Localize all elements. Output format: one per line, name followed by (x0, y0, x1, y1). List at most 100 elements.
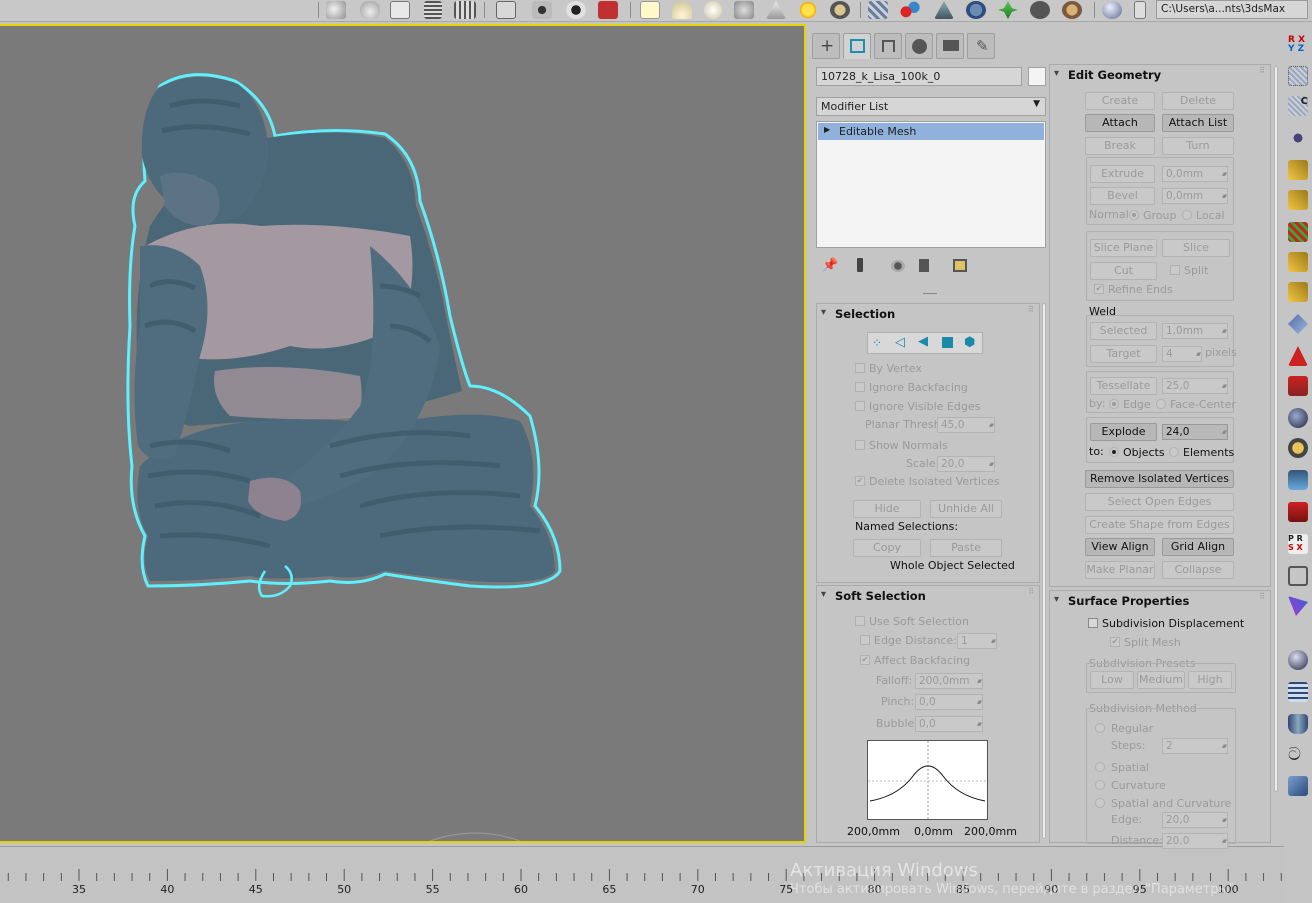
extrude-button[interactable]: Extrude (1090, 165, 1155, 183)
tab-modify[interactable] (843, 33, 871, 59)
bevel-spinner[interactable]: 0,0mm (1162, 188, 1228, 204)
make-planar-button[interactable]: Make Planar (1085, 561, 1155, 579)
cloud-icon[interactable] (360, 1, 380, 19)
subdivision-displacement-checkbox[interactable] (1088, 618, 1098, 628)
soft-selection-rollout-title[interactable]: Soft Selection (817, 589, 926, 607)
ignore-backfacing-checkbox[interactable] (855, 382, 865, 392)
material-sphere-icon[interactable] (1102, 1, 1122, 19)
scene-explorer-icon[interactable] (424, 1, 442, 19)
element-icon[interactable]: ⬢ (964, 335, 975, 350)
teapot-icon[interactable] (326, 1, 346, 19)
turn-button[interactable]: Turn (1162, 137, 1234, 155)
collapse-button[interactable]: Collapse (1162, 561, 1234, 579)
cloth-icon[interactable] (1062, 1, 1082, 19)
explode-elements-radio[interactable] (1169, 447, 1179, 457)
shell-icon[interactable] (1288, 346, 1308, 366)
edit-poly-icon[interactable] (1288, 222, 1308, 242)
grid-align-button[interactable]: Grid Align (1162, 538, 1234, 556)
unhide-all-button[interactable]: Unhide All (930, 500, 1002, 518)
edge-distance-checkbox[interactable] (860, 635, 870, 645)
paste-button[interactable]: Paste (930, 539, 1002, 557)
tab-create[interactable]: + (812, 33, 840, 59)
tab-utilities[interactable]: ✎ (967, 33, 995, 59)
hide-button[interactable]: Hide (853, 500, 921, 518)
tessellate-tension-spinner[interactable]: 25,0 (1162, 378, 1228, 394)
optimize-icon[interactable] (1288, 502, 1308, 522)
surface-properties-rollout-title[interactable]: Surface Properties (1050, 594, 1189, 612)
weld-selected-button[interactable]: Selected (1090, 322, 1157, 340)
remove-isolated-vertices-button[interactable]: Remove Isolated Vertices (1085, 470, 1234, 488)
explode-angle-spinner[interactable]: 24,0 (1162, 424, 1228, 440)
pinch-spinner[interactable]: 0,0 (915, 694, 983, 710)
planar-thresh-spinner[interactable]: 45,0 (937, 417, 995, 433)
object-color-swatch[interactable] (1028, 67, 1046, 86)
preset-high-button[interactable]: High (1188, 671, 1232, 689)
hemisphere-icon[interactable] (672, 1, 692, 19)
right-column-scrollbar[interactable] (1274, 66, 1278, 792)
render-setup-icon[interactable] (566, 1, 586, 19)
polygon-icon[interactable] (942, 337, 953, 348)
normal-local-radio[interactable] (1182, 210, 1192, 220)
explode-objects-radio[interactable] (1109, 447, 1119, 457)
tessellate-edge-radio[interactable] (1109, 399, 1119, 409)
edge-icon[interactable]: ◁ (895, 335, 905, 350)
vertex-icon[interactable]: ⁘ (872, 336, 882, 350)
tessellate-button[interactable]: Tessellate (1090, 377, 1157, 395)
edge-distance-spinner[interactable]: 1 (957, 633, 997, 649)
bevel-button[interactable]: Bevel (1090, 187, 1155, 205)
render-icon[interactable] (598, 1, 618, 19)
affect-backfacing-checkbox[interactable]: ✔ (860, 655, 870, 665)
by-vertex-checkbox[interactable] (855, 363, 865, 373)
break-button[interactable]: Break (1085, 137, 1155, 155)
show-end-result-icon[interactable] (857, 258, 863, 272)
weld-threshold-spinner[interactable]: 1,0mm (1162, 323, 1228, 339)
preset-low-button[interactable]: Low (1090, 671, 1134, 689)
attach-button[interactable]: Attach (1085, 114, 1155, 132)
refine-ends-checkbox[interactable]: ✔ (1094, 284, 1104, 294)
uvw-box-icon[interactable] (1288, 160, 1308, 180)
cut-button[interactable]: Cut (1090, 262, 1157, 280)
project-path-field[interactable]: C:\Users\a...nts\3dsMax (1156, 0, 1308, 19)
configure-modifier-sets-icon[interactable] (953, 259, 967, 272)
twist-box-icon[interactable] (1288, 282, 1308, 302)
rxyz-icon[interactable]: R XY Z (1288, 36, 1308, 56)
modifier-grid-icon[interactable] (1288, 66, 1308, 86)
spherify-icon[interactable] (1288, 438, 1308, 458)
render-frame-icon[interactable] (390, 1, 410, 19)
plane-icon[interactable] (640, 1, 660, 19)
create-shape-from-edges-button[interactable]: Create Shape from Edges (1085, 516, 1234, 534)
attach-list-button[interactable]: Attach List (1162, 114, 1234, 132)
tab-display[interactable] (936, 33, 964, 59)
taper-box-icon[interactable] (1288, 252, 1308, 272)
left-column-scrollbar[interactable] (1042, 303, 1046, 839)
normal-group-radio[interactable] (1129, 210, 1139, 220)
object-name-field[interactable]: 10728_k_Lisa_100k_0 (816, 67, 1022, 86)
project-folder-icon[interactable] (1134, 1, 1146, 19)
panel-splitter[interactable] (923, 293, 937, 294)
face-icon[interactable]: ◀ (918, 334, 928, 349)
show-normals-checkbox[interactable] (855, 440, 865, 450)
distance-spinner[interactable]: 20,0 (1162, 833, 1228, 849)
box-outline-icon[interactable] (1288, 566, 1308, 586)
delete-button[interactable]: Delete (1162, 92, 1234, 110)
pin-stack-icon[interactable]: 📌 (822, 258, 838, 273)
material-editor-icon[interactable] (532, 1, 552, 19)
cone-icon[interactable] (766, 1, 786, 19)
box-primitive-icon[interactable] (1288, 776, 1308, 796)
bend-box-icon[interactable] (1288, 190, 1308, 210)
trash-icon[interactable] (919, 259, 929, 272)
edge-spinner[interactable]: 20,0 (1162, 812, 1228, 828)
spatial-radio[interactable] (1095, 762, 1105, 772)
falloff-spinner[interactable]: 200,0mm (915, 673, 983, 689)
tessellate-face-center-radio[interactable] (1156, 399, 1166, 409)
cylinder-primitive-icon[interactable] (1288, 714, 1308, 734)
grid-object-icon[interactable] (868, 1, 888, 19)
modifier-c-icon[interactable]: C (1288, 96, 1308, 116)
sphere-primitive-icon[interactable] (1288, 650, 1308, 670)
particles-icon[interactable] (900, 1, 920, 19)
create-button[interactable]: Create (1085, 92, 1155, 110)
sky-icon[interactable] (830, 1, 850, 19)
turbosmooth-icon[interactable] (1288, 376, 1308, 396)
selection-rollout-title[interactable]: Selection (817, 307, 895, 325)
tab-motion[interactable] (905, 33, 933, 59)
